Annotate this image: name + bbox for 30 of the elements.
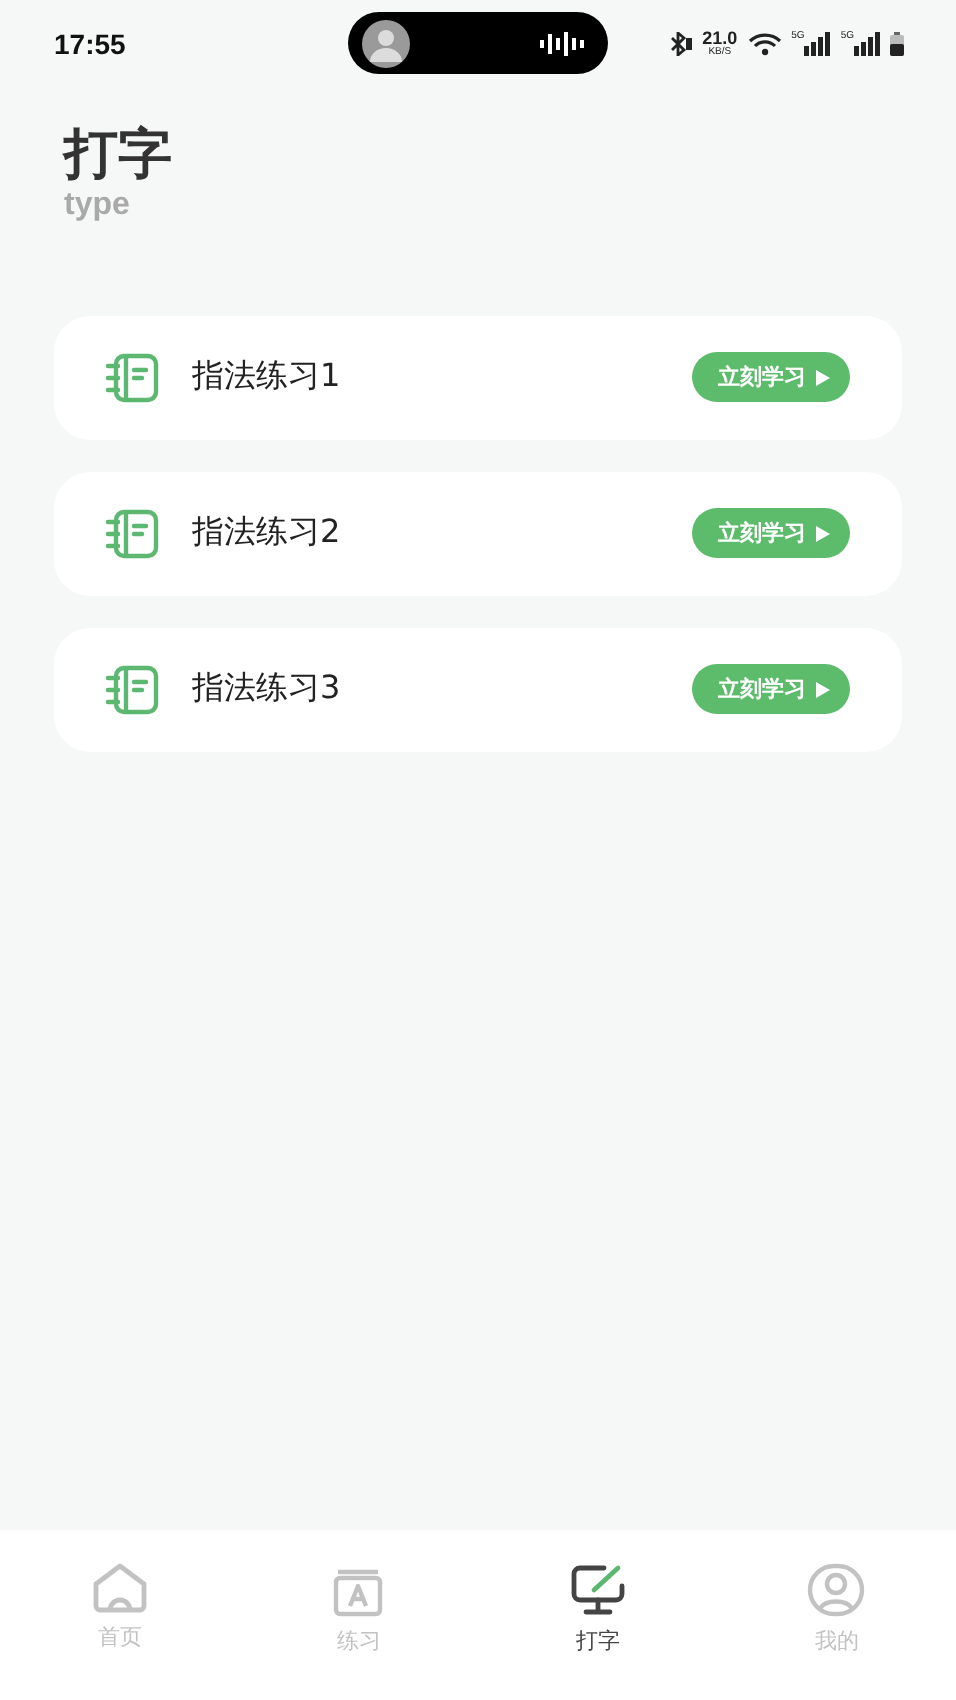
lesson-title: 指法练习1 [192, 356, 343, 399]
notebook-icon [104, 351, 160, 404]
network-speed: 21.0 [702, 30, 738, 48]
signal-icon [854, 32, 880, 56]
lesson-title: 指法练习2 [192, 512, 343, 555]
tab-item[interactable]: 打字 [478, 1562, 717, 1700]
wifi-icon [747, 32, 782, 56]
play-icon [816, 525, 830, 542]
notebook-icon [104, 663, 160, 716]
start-learning-button[interactable]: 立刻学习 [692, 664, 850, 715]
page-subtitle: type [64, 188, 132, 224]
bluetooth-icon [670, 32, 693, 56]
tab-item[interactable]: 首页 [0, 1562, 239, 1700]
start-learning-button[interactable]: 立刻学习 [692, 352, 850, 403]
avatar-icon [362, 19, 410, 67]
lesson-title: 指法练习3 [192, 668, 343, 711]
play-icon [816, 681, 830, 698]
tab-item[interactable]: 练习 [239, 1562, 478, 1700]
notebook-icon [104, 507, 160, 560]
status-time: 17:55 [54, 28, 126, 60]
start-learning-button[interactable]: 立刻学习 [692, 508, 850, 559]
signal-icon [804, 32, 831, 56]
audio-wave-icon [540, 31, 584, 55]
monitor-pen-icon [567, 1562, 628, 1618]
home-icon [89, 1562, 150, 1614]
play-icon [816, 369, 830, 386]
tab-item[interactable]: 我的 [717, 1562, 956, 1700]
user-icon [806, 1562, 867, 1618]
page-title: 打字 [64, 124, 174, 189]
battery-icon [890, 32, 904, 56]
